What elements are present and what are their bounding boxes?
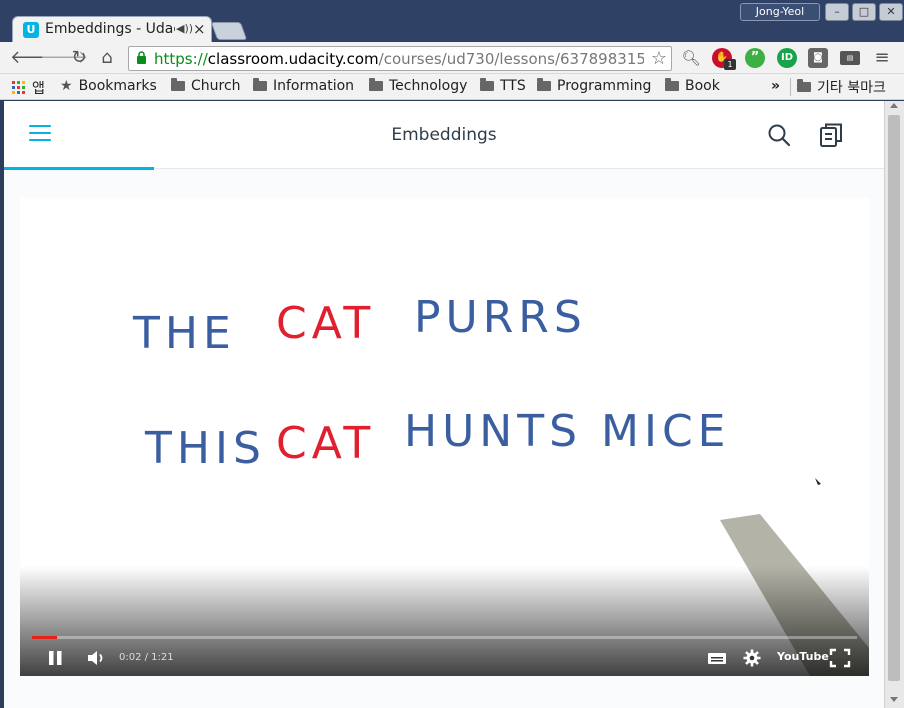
video-player[interactable]: THE CAT PURRS THIS CAT HUNTS MICE 0:02 /… [20,198,869,676]
bookmark-label: Programming [557,78,652,94]
video-time: 0:02 / 1:21 [119,652,174,663]
forward-arrow-icon[interactable]: 🡒 [40,47,88,69]
close-window-button[interactable]: ✕ [879,3,903,21]
settings-gear-icon[interactable] [742,648,762,668]
bookmark-bookmarks[interactable]: ★ Bookmarks [60,78,157,94]
fullscreen-icon[interactable] [829,648,851,668]
volume-icon[interactable] [86,648,108,668]
minimize-button[interactable]: – [825,3,849,21]
browser-window: U Embeddings - Udacity ◀)) × Jong-Yeol –… [0,0,904,708]
bookmark-book[interactable]: Book [665,78,720,94]
video-text-this: THIS [144,423,266,474]
back-arrow-icon[interactable]: 🡐 [10,47,58,69]
profile-button[interactable]: Jong-Yeol [740,3,820,21]
bookmark-label: Information [273,78,355,94]
page-title: Embeddings [391,125,497,145]
youtube-logo[interactable]: YouTube [777,650,829,663]
tab-close-button[interactable]: × [193,20,206,38]
folder-icon [369,78,383,91]
udacity-favicon-icon: U [23,22,39,38]
speaker-icon[interactable]: ◀)) [176,22,193,35]
bookmark-label: 앱 [32,81,45,97]
camera-extension-icon[interactable]: ◙ [808,48,828,68]
folder-icon [665,78,679,91]
classroom-header: Embeddings [4,101,884,170]
bookmark-star-icon[interactable]: ☆ [651,48,667,69]
folder-icon [253,78,267,91]
pause-icon[interactable] [46,648,66,668]
id-extension-icon[interactable]: ID [777,48,797,68]
scroll-down-arrow-icon[interactable] [890,697,898,702]
quote-extension-icon[interactable]: ” [745,48,765,68]
bookmark-technology[interactable]: Technology [369,78,467,94]
menu-icon[interactable]: ≡ [871,47,893,69]
bookmark-label: Book [685,78,720,94]
bookmark-label: TTS [500,78,526,94]
home-icon[interactable]: ⌂ [96,47,118,69]
reload-icon[interactable]: ↻ [68,47,90,69]
tab-strip: U Embeddings - Udacity ◀)) × Jong-Yeol –… [0,0,904,42]
new-tab-button[interactable] [210,22,248,40]
bookmark-programming[interactable]: Programming [537,78,651,94]
video-text-cat-1: CAT [276,298,375,349]
bookmark-tts[interactable]: TTS [480,78,526,94]
video-scrubber[interactable] [32,636,857,639]
bookmark-church[interactable]: Church [171,78,241,94]
maximize-button[interactable]: □ [852,3,876,21]
bookmark-apps[interactable]: 앱 [12,78,45,98]
search-icon[interactable] [767,123,791,147]
video-text-cat-2: CAT [276,418,375,469]
bookmark-label: Technology [389,78,468,94]
page-scrollbar[interactable] [884,101,904,708]
browser-toolbar: 🡐 🡒 ↻ ⌂ https://classroom.udacity.com/co… [0,42,904,74]
url-scheme: https:// [154,50,208,68]
extension-badge: 1 [724,59,736,70]
other-bookmarks[interactable]: 기타 북마크 [790,78,886,96]
star-icon: ★ [60,78,73,94]
youtube-label: YouTube [777,650,829,663]
folder-icon [480,78,494,91]
bookmark-label: Bookmarks [78,78,157,94]
other-bookmarks-label: 기타 북마크 [817,80,886,96]
url-text[interactable]: https://classroom.udacity.com/courses/ud… [154,50,644,68]
captions-icon[interactable] [707,648,727,668]
search-extension-icon[interactable]: 🔍︎ [680,47,702,69]
url-path: /courses/ud730/lessons/6378983156/concep… [378,50,644,68]
classroom-page: Embeddings THE CAT PURRS THIS CAT HUNTS … [4,101,884,708]
url-host: classroom.udacity.com [207,50,379,68]
address-bar[interactable]: https://classroom.udacity.com/courses/ud… [128,46,672,71]
tab-title: Embeddings - Udacity [45,21,175,37]
bookmark-label: Church [191,78,241,94]
screen-extension-icon[interactable]: ▤ [840,51,860,65]
lesson-progress-bar [4,167,154,170]
video-text-the: THE [132,308,236,359]
scroll-thumb[interactable] [888,115,900,681]
folder-icon [797,79,811,92]
bookmarks-overflow-button[interactable]: » [771,78,780,94]
bookmarks-bar: 앱 ★ Bookmarks Church Information Technol… [0,74,904,100]
bookmark-information[interactable]: Information [253,78,354,94]
notes-icon[interactable] [818,122,844,148]
lock-icon [137,51,146,64]
video-played-bar [32,636,57,639]
video-text-purrs: PURRS [414,292,587,343]
folder-icon [171,78,185,91]
video-text-hunts-mice: HUNTS MICE [404,406,730,457]
scroll-up-arrow-icon[interactable] [890,103,898,108]
apps-icon [12,81,25,94]
folder-icon [537,78,551,91]
browser-tab[interactable]: U Embeddings - Udacity ◀)) × [12,16,212,42]
